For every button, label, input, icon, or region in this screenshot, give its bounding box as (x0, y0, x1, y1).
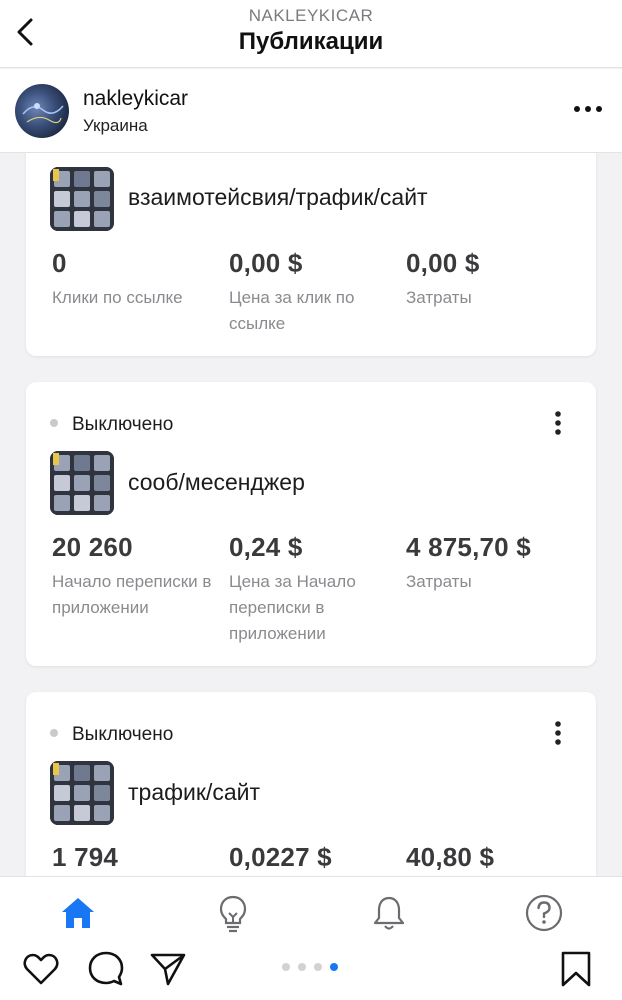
ad-thumbnail (50, 451, 114, 515)
metric: 0,00 $ Цена за клик по ссылке (229, 248, 399, 337)
avatar[interactable] (15, 84, 69, 138)
metric: 20 260 Начало переписки в приложении (52, 532, 222, 621)
ad-status: Выключено (50, 724, 173, 746)
card-menu-icon[interactable] (550, 720, 566, 746)
metric-value: 0,24 $ (229, 532, 303, 562)
bookmark-icon[interactable] (556, 949, 596, 989)
heart-icon[interactable] (21, 949, 61, 989)
metric-value: 40,80 $ (406, 842, 495, 872)
metric-value: 0,0227 $ (229, 842, 332, 872)
bottom-tab-bar (0, 876, 622, 1000)
status-dot-icon (50, 418, 58, 427)
profile-name[interactable]: nakleykicar (83, 87, 188, 111)
page-dot (282, 963, 290, 971)
share-icon[interactable] (148, 949, 188, 989)
help-icon[interactable] (522, 891, 566, 935)
metric-label: Цена за клик по ссылке (229, 288, 355, 333)
account-name: NAKLEYKICAR (248, 6, 374, 25)
card-menu-icon[interactable] (550, 410, 566, 436)
status-dot-icon (50, 728, 58, 737)
lightbulb-icon[interactable] (211, 891, 255, 935)
ad-thumbnail (50, 761, 114, 825)
page-title: Публикации (238, 28, 384, 55)
page-dot-active (330, 963, 338, 971)
metric: 0,0227 $ (229, 842, 399, 873)
metric: 1 794 (52, 842, 222, 873)
metric-label: Начало переписки в приложении (52, 572, 212, 617)
metric-value: 1 794 (52, 842, 119, 872)
ad-name: трафик/сайт (128, 779, 261, 805)
more-options-icon[interactable] (572, 97, 604, 121)
ad-status: Выключено (50, 414, 173, 436)
top-header: NAKLEYKICAR Публикации (0, 0, 622, 68)
ad-card[interactable]: взаимотейсвия/трафик/сайт 0 Клики по ссы… (26, 120, 596, 356)
metric-value: 0,00 $ (406, 248, 480, 278)
metric: 0 Клики по ссылке (52, 248, 222, 311)
profile-location: Украина (83, 116, 148, 135)
metric: 4 875,70 $ Затраты (406, 532, 576, 595)
pagination-dots (282, 961, 342, 973)
status-text: Выключено (72, 724, 174, 745)
metric-label: Затраты (406, 288, 472, 307)
comment-icon[interactable] (86, 949, 126, 989)
metric-label: Затраты (406, 572, 472, 591)
ad-card[interactable]: Выключено сооб/месенджер 20 260 Начало п… (26, 382, 596, 666)
metric-label: Клики по ссылке (52, 288, 183, 307)
page-dot (314, 963, 322, 971)
metric-value: 0 (52, 248, 67, 278)
metric-label: Цена за Начало переписки в приложении (229, 572, 356, 643)
ad-name: сооб/месенджер (128, 469, 305, 495)
metric: 0,00 $ Затраты (406, 248, 576, 311)
profile-bar: nakleykicar Украина (0, 69, 622, 153)
page-dot (298, 963, 306, 971)
metric-value: 0,00 $ (229, 248, 303, 278)
metric-value: 4 875,70 $ (406, 532, 531, 562)
metric: 0,24 $ Цена за Начало переписки в прилож… (229, 532, 399, 647)
home-icon[interactable] (56, 891, 100, 935)
metric-value: 20 260 (52, 532, 133, 562)
metric: 40,80 $ (406, 842, 576, 873)
ad-thumbnail (50, 167, 114, 231)
bell-icon[interactable] (367, 891, 411, 935)
ad-name: взаимотейсвия/трафик/сайт (128, 184, 428, 210)
status-text: Выключено (72, 414, 174, 435)
